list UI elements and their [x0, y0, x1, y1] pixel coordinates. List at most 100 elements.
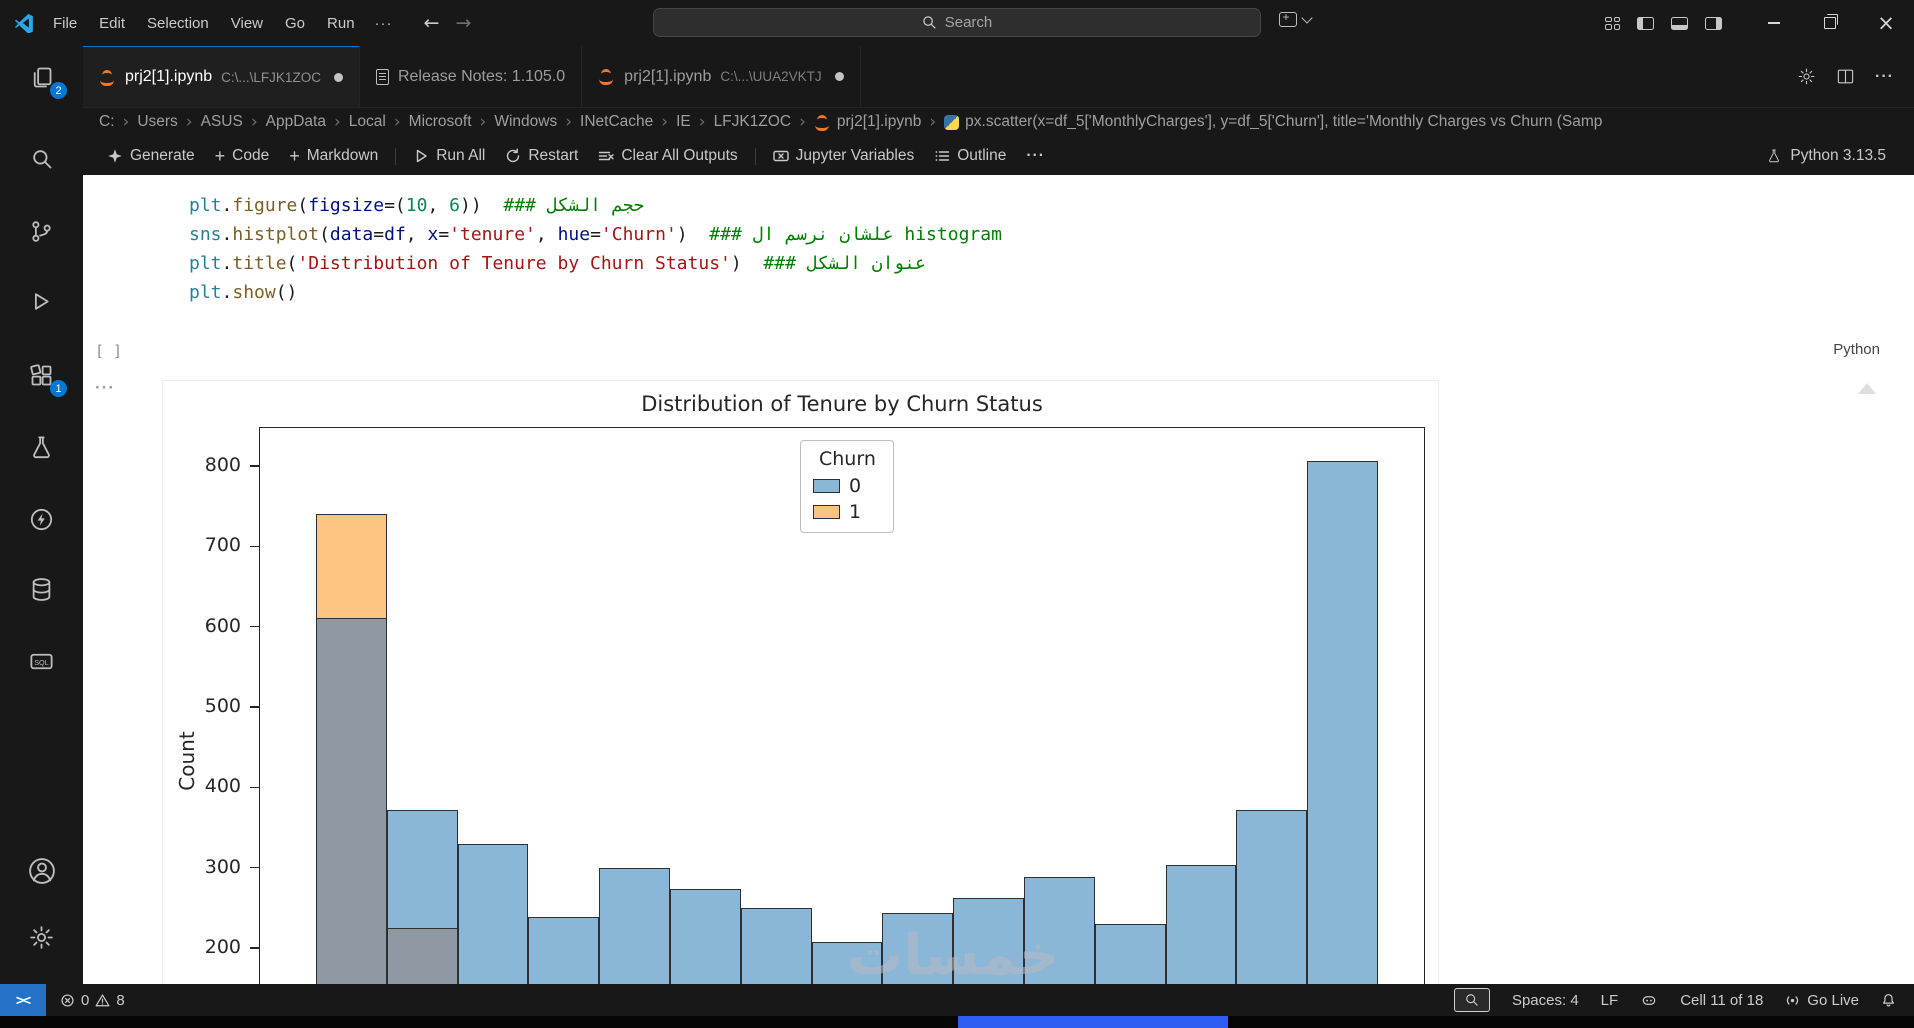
back-arrow-icon[interactable]: ←	[424, 12, 440, 34]
editor-actions: ···	[1797, 46, 1914, 107]
code-line[interactable]: plt.figure(figsize=(10, 6)) ### حجم الشك…	[189, 191, 1002, 220]
sql-server-icon[interactable]: SQL	[0, 634, 83, 688]
new-window-icon	[1279, 10, 1297, 27]
modified-dot-icon[interactable]	[333, 72, 343, 82]
breadcrumb-item[interactable]: Windows	[494, 113, 557, 131]
notifications-bell-icon[interactable]	[1881, 993, 1896, 1008]
outline-button[interactable]: Outline	[924, 142, 1016, 170]
breadcrumb-item[interactable]: AppData	[266, 113, 326, 131]
breadcrumb-item[interactable]: Local	[349, 113, 386, 131]
tab-prj2-1-ipynb[interactable]: prj2[1].ipynb C:\...\LFJK1ZOC	[83, 46, 360, 107]
menu-file[interactable]: File	[42, 10, 88, 37]
watermark: خمسات	[846, 923, 1060, 984]
split-editor-icon[interactable]	[1836, 67, 1855, 86]
tab-prj2-1-ipynb-2[interactable]: prj2[1].ipynb C:\...\UUA2VKTJ	[582, 46, 861, 107]
cell-position-indicator[interactable]: Cell 11 of 18	[1680, 992, 1763, 1009]
execution-count: [ ]	[95, 342, 123, 360]
testing-icon[interactable]	[0, 420, 83, 474]
settings-gear-icon[interactable]	[0, 910, 83, 964]
figure-output: Distribution of Tenure by Churn Status C…	[162, 380, 1439, 984]
menu-run[interactable]: Run	[316, 10, 366, 37]
copilot-icon[interactable]	[1640, 993, 1658, 1008]
clear-all-icon	[599, 151, 615, 161]
histogram-bar	[1094, 923, 1166, 984]
breadcrumb-separator: ›	[122, 112, 130, 132]
code-line[interactable]: plt.show()	[189, 278, 1002, 307]
go-live-button[interactable]: Go Live	[1785, 992, 1859, 1009]
toggle-secondary-sidebar-icon[interactable]	[1705, 16, 1722, 30]
legend-entry: 1	[813, 501, 883, 523]
generate-button[interactable]: Generate	[97, 142, 205, 170]
restart-button[interactable]: Restart	[495, 142, 588, 170]
code-lines[interactable]: plt.figure(figsize=(10, 6)) ### حجم الشك…	[189, 191, 1002, 307]
customize-layout-icon[interactable]	[1605, 16, 1620, 30]
legend-title: Churn	[819, 448, 876, 470]
account-icon[interactable]	[0, 844, 83, 898]
breadcrumb-item[interactable]: Users	[137, 113, 177, 131]
notebook-settings-gear-icon[interactable]	[1797, 67, 1816, 86]
jupyter-variables-button[interactable]: Jupyter Variables	[763, 142, 925, 170]
search-view-icon[interactable]	[0, 131, 83, 185]
taskbar-strip	[0, 1016, 1914, 1028]
breadcrumb-item[interactable]: INetCache	[580, 113, 653, 131]
search-command-center[interactable]: Search	[653, 8, 1261, 37]
minimize-button[interactable]	[1746, 0, 1802, 46]
tab-release-notes[interactable]: Release Notes: 1.105.0	[360, 46, 583, 107]
error-count: 0	[81, 991, 90, 1009]
svg-text:SQL: SQL	[34, 658, 49, 667]
add-markdown-button[interactable]: + Markdown	[279, 142, 388, 170]
problems-indicator[interactable]: 0 8	[60, 992, 125, 1009]
breadcrumb-item[interactable]: px.scatter(x=df_5['MonthlyCharges'], y=d…	[944, 113, 1602, 131]
run-all-button[interactable]: Run All	[403, 142, 495, 170]
add-code-button[interactable]: + Code	[205, 142, 280, 170]
explorer-icon[interactable]: 2	[0, 50, 83, 104]
thunder-client-icon[interactable]	[0, 492, 83, 546]
tab-label: prj2[1].ipynb	[624, 67, 712, 85]
breadcrumb-item[interactable]: prj2[1].ipynb	[814, 113, 921, 131]
code-line[interactable]: plt.title('Distribution of Tenure by Chu…	[189, 249, 1002, 278]
kernel-label: Python 3.13.5	[1790, 147, 1886, 164]
indentation-indicator[interactable]: Spaces: 4	[1512, 992, 1579, 1009]
legend-swatch	[813, 505, 840, 519]
restore-button[interactable]	[1802, 0, 1858, 46]
source-control-icon[interactable]	[0, 204, 83, 258]
breadcrumb-item[interactable]: ASUS	[201, 113, 243, 131]
zoom-tool-button[interactable]	[1453, 988, 1490, 1012]
breadcrumb-item[interactable]: IE	[676, 113, 691, 131]
y-tick-mark	[250, 465, 259, 467]
cell-language-picker[interactable]: Python	[1833, 341, 1880, 358]
run-debug-icon[interactable]	[0, 274, 83, 328]
menu-selection[interactable]: Selection	[136, 10, 220, 37]
titlebar-action[interactable]	[1279, 10, 1313, 27]
toggle-panel-icon[interactable]	[1671, 16, 1688, 30]
jupyter-icon	[99, 69, 116, 86]
notebook-editor: plt.figure(figsize=(10, 6)) ### حجم الشك…	[83, 175, 1914, 984]
breadcrumb-item[interactable]: Microsoft	[409, 113, 472, 131]
warning-icon	[95, 993, 110, 1006]
warning-count: 8	[116, 991, 125, 1009]
breadcrumb-item[interactable]: C:	[99, 113, 115, 131]
toolbar-more-icon[interactable]: ···	[1016, 142, 1055, 170]
more-actions-icon[interactable]: ···	[1875, 68, 1894, 86]
kernel-picker[interactable]: Python 3.13.5	[1766, 147, 1914, 165]
error-icon	[61, 993, 74, 1007]
close-button[interactable]: ×	[1858, 0, 1914, 46]
menu-edit[interactable]: Edit	[88, 10, 136, 37]
cell-more-actions-icon[interactable]: ···	[95, 378, 115, 398]
taskbar-highlight	[958, 1016, 1228, 1028]
clear-all-outputs-button[interactable]: Clear All Outputs	[588, 142, 747, 170]
database-icon[interactable]	[0, 562, 83, 616]
code-line[interactable]: sns.histplot(data=df, x='tenure', hue='C…	[189, 220, 1002, 249]
scroll-top-icon[interactable]	[1858, 383, 1876, 394]
eol-indicator[interactable]: LF	[1601, 992, 1619, 1009]
forward-arrow-icon[interactable]: →	[455, 12, 471, 34]
menu-overflow-icon[interactable]: ···	[366, 10, 402, 37]
toggle-sidebar-icon[interactable]	[1637, 16, 1654, 30]
remote-indicator[interactable]: ><	[0, 984, 46, 1016]
breadcrumb-item[interactable]: LFJK1ZOC	[714, 113, 792, 131]
breadcrumb-separator: ›	[661, 112, 669, 132]
extensions-icon[interactable]: 1	[0, 348, 83, 402]
menu-view[interactable]: View	[220, 10, 274, 37]
modified-dot-icon[interactable]	[834, 72, 844, 81]
menu-go[interactable]: Go	[274, 10, 316, 37]
